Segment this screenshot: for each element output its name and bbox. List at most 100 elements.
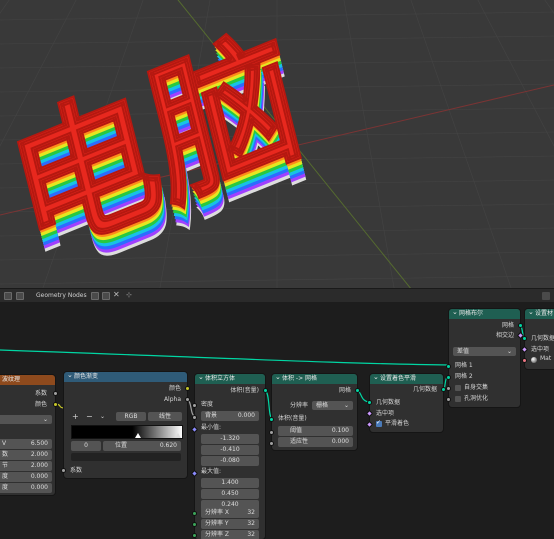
remove-stop-button[interactable]: − <box>86 413 93 421</box>
input-mesh2-label: 网格 2 <box>455 373 473 380</box>
output-color-label: 颜色 <box>168 385 181 392</box>
output-mesh-socket[interactable] <box>518 323 523 328</box>
add-stop-button[interactable]: + <box>72 413 79 421</box>
output-color-socket[interactable] <box>185 386 190 391</box>
input-selection-label: 选中项 <box>376 410 395 417</box>
input-mesh2-socket[interactable] <box>446 375 451 380</box>
material-name[interactable]: Mat <box>540 355 551 363</box>
volume-to-mesh-node[interactable]: 体积 -> 网格 网格 分辨率 栅格⌄ 体积(音量) 阈值0.100 适应性0.… <box>269 374 360 450</box>
node-header[interactable]: 网格布尔 <box>449 309 520 319</box>
self-intersection-checkbox[interactable] <box>455 385 461 391</box>
viewport-scene: 电脑电脑电脑电脑电脑电脑电脑电脑 <box>0 0 554 288</box>
output-volume-label: 体积(音量) <box>230 387 259 394</box>
output-mesh-socket[interactable] <box>355 388 360 393</box>
input-resolution-x-socket[interactable] <box>192 511 197 516</box>
pin-icon[interactable]: ⊹ <box>126 291 132 299</box>
node-header[interactable]: 颜色渐变 <box>64 372 187 382</box>
resolution-y-field[interactable]: 分辨率 Y 32 <box>201 519 259 529</box>
editor-type-icon[interactable] <box>4 292 12 300</box>
min-x-field[interactable]: -1.320 <box>201 434 259 444</box>
adaptivity-field[interactable]: 适应性 0.000 <box>278 437 353 447</box>
output-intersecting-edges-label: 相交边 <box>495 332 514 339</box>
grid-line <box>544 0 554 14</box>
input-density-socket[interactable] <box>192 403 197 408</box>
header-menu-icon[interactable] <box>542 292 550 300</box>
interpolation-dropdown[interactable]: 线性 <box>148 412 182 421</box>
node-header[interactable]: 体积 -> 网格 <box>272 374 357 384</box>
min-z-field[interactable]: -0.080 <box>201 456 259 466</box>
wave-distortion-field[interactable]: 数 2.000 <box>0 450 52 460</box>
output-geometry-label: 几何数据 <box>412 386 437 393</box>
volume-cube-node[interactable]: 体积立方体 体积(音量) 密度 背景0.000 最小值: -1.320 -0.4… <box>190 374 268 539</box>
wave-roughness-field[interactable]: 度 0.000 <box>0 483 52 493</box>
ramp-menu-button[interactable]: ⌄ <box>100 413 105 421</box>
hole-tolerant-label: 孔洞优化 <box>464 395 489 402</box>
input-threshold-socket[interactable] <box>269 430 274 435</box>
close-icon[interactable]: ✕ <box>113 290 120 299</box>
set-shade-smooth-node[interactable]: 设置着色平滑 几何数据 几何数据 选中项 平滑着色 <box>365 374 446 432</box>
node-header[interactable]: 体积立方体 <box>195 374 265 384</box>
node-header[interactable]: 波纹理 <box>0 375 55 385</box>
max-x-field[interactable]: 1.400 <box>201 478 259 488</box>
color-ramp-node[interactable]: 颜色渐变 颜色 Alpha + − ⌄ RGB 线性 0 位置0.620 系数 <box>61 372 190 478</box>
wave-type-dropdown[interactable]: ⌄ <box>0 415 52 424</box>
input-volume-socket[interactable] <box>269 417 274 422</box>
input-fac-label: 系数 <box>70 467 83 474</box>
copy-icon[interactable] <box>102 292 110 300</box>
background-field[interactable]: 背景 0.000 <box>201 411 259 421</box>
fake-user-icon[interactable] <box>91 292 99 300</box>
wave-scale-field[interactable]: V 6.500 <box>0 439 52 449</box>
input-adaptivity-socket[interactable] <box>269 441 274 446</box>
input-selection-label: 选中项 <box>531 346 550 353</box>
ramp-stop-handle[interactable] <box>175 433 181 438</box>
mesh-boolean-node[interactable]: 网格布尔 网格 相交边 差值⌄ 网格 1 网格 2 自身交集 孔洞优化 <box>446 309 525 407</box>
input-fac-socket[interactable] <box>61 468 66 473</box>
output-volume-socket[interactable] <box>263 388 268 393</box>
input-resolution-z-socket[interactable] <box>192 533 197 538</box>
resolution-x-field[interactable]: 分辨率 X 32 <box>201 508 259 518</box>
stop-position-field[interactable]: 位置 0.620 <box>103 441 181 451</box>
set-material-node[interactable]: 设置材 几何数据 选中项 Mat <box>520 309 554 369</box>
grid-line <box>477 0 554 147</box>
threshold-field[interactable]: 阈值 0.100 <box>278 426 353 436</box>
input-material-socket[interactable] <box>522 358 527 363</box>
chevron-down-icon: ⌄ <box>42 416 48 423</box>
ramp-stop-handle[interactable] <box>135 433 141 438</box>
output-color-socket[interactable] <box>53 391 58 396</box>
node-tree-icon[interactable] <box>16 292 24 300</box>
color-mode-dropdown[interactable]: RGB <box>116 412 146 421</box>
input-mesh1-socket[interactable] <box>446 364 451 369</box>
input-geometry-socket[interactable] <box>367 400 372 405</box>
3d-viewport[interactable]: 电脑 电脑 电脑 电脑 电脑 电脑 电脑 电脑 <box>0 0 554 288</box>
input-self-intersection-socket[interactable] <box>446 386 451 391</box>
max-label: 最大值: <box>201 468 222 475</box>
hole-tolerant-checkbox[interactable] <box>455 396 461 402</box>
node-tree-name[interactable]: Geometry Nodes <box>36 292 87 299</box>
output-alpha-label: Alpha <box>163 396 181 403</box>
wave-detail-field[interactable]: 节 2.000 <box>0 461 52 471</box>
node-header[interactable]: 设置着色平滑 <box>370 374 443 384</box>
color-ramp-gradient[interactable] <box>71 425 183 439</box>
shade-smooth-checkbox[interactable] <box>376 419 382 427</box>
output-color-label: 系数 <box>34 390 47 397</box>
input-resolution-y-socket[interactable] <box>192 522 197 527</box>
input-geometry-socket[interactable] <box>522 336 527 341</box>
output-fac-socket[interactable] <box>53 402 58 407</box>
node-editor-canvas[interactable]: 波纹理 系数 颜色 ⌄ V6.500 数2.000 节2.000 度0.000 … <box>0 302 554 539</box>
max-y-field[interactable]: 0.450 <box>201 489 259 499</box>
input-volume-label: 体积(音量) <box>278 415 307 422</box>
input-density-label: 密度 <box>201 401 214 408</box>
stop-color-swatch[interactable] <box>71 453 181 461</box>
input-hole-tolerant-socket[interactable] <box>446 397 451 402</box>
wave-texture-node[interactable]: 波纹理 系数 颜色 ⌄ V6.500 数2.000 节2.000 度0.000 … <box>0 375 58 495</box>
node-header[interactable]: 设置材 <box>525 309 554 319</box>
boolean-operation-dropdown[interactable]: 差值 ⌄ <box>453 347 516 356</box>
resolution-z-field[interactable]: 分辨率 Z 32 <box>201 530 259 539</box>
3d-text-object[interactable]: 电脑电脑电脑电脑电脑电脑电脑电脑 <box>0 3 321 288</box>
output-alpha-socket[interactable] <box>185 397 190 402</box>
input-background-socket[interactable] <box>192 415 197 420</box>
min-y-field[interactable]: -0.410 <box>201 445 259 455</box>
resolution-mode-dropdown[interactable]: 栅格 ⌄ <box>312 401 353 410</box>
stop-index-field[interactable]: 0 <box>71 441 101 451</box>
wave-detail-scale-field[interactable]: 度 0.000 <box>0 472 52 482</box>
